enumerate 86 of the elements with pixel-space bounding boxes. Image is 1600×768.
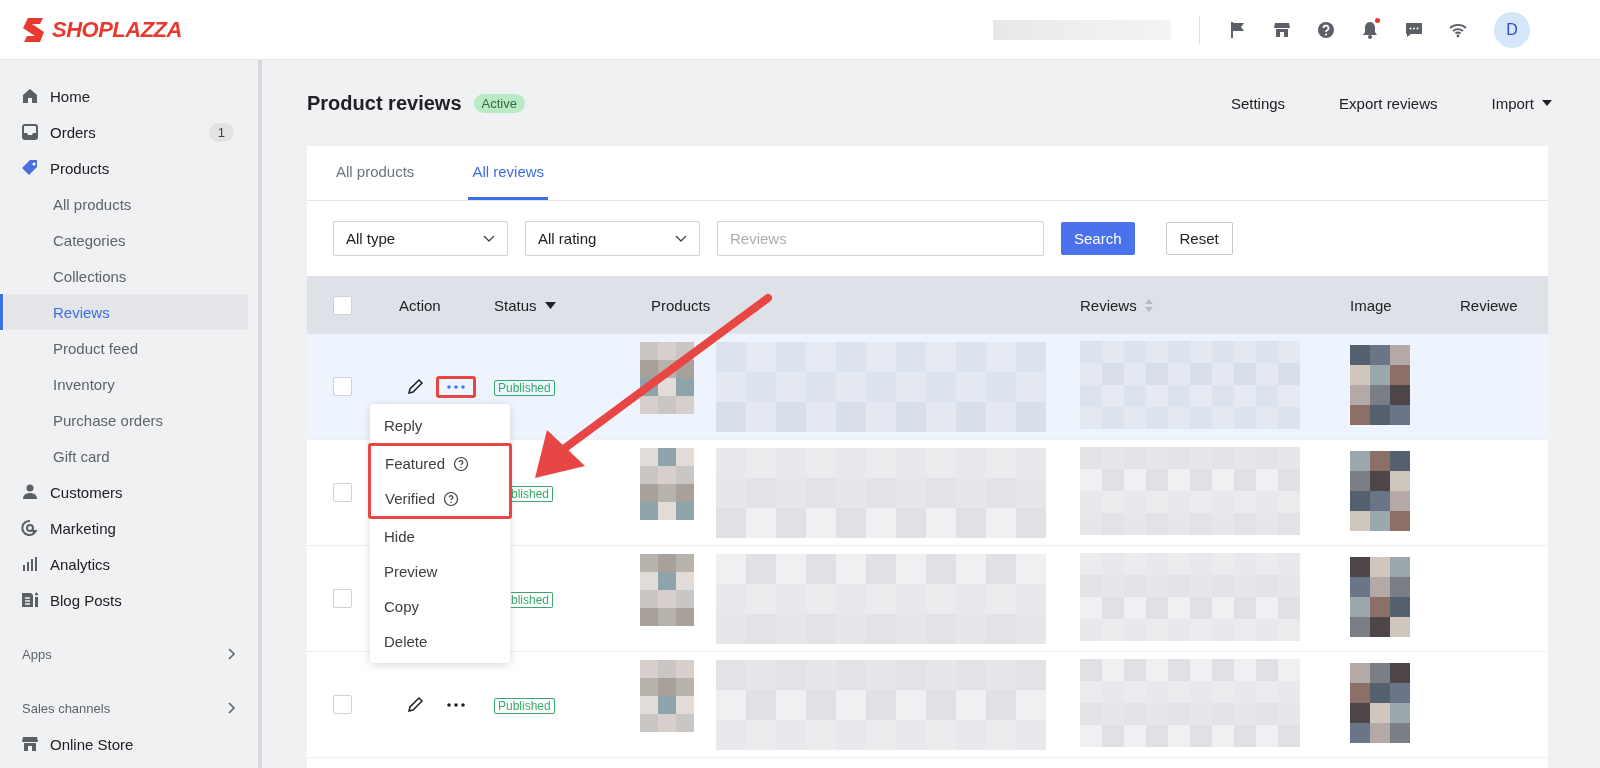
column-header: Products <box>651 296 711 314</box>
select-all-checkbox[interactable] <box>333 295 352 315</box>
pencil-icon[interactable] <box>406 695 424 714</box>
tab[interactable]: All products <box>332 146 419 200</box>
sidebar-item[interactable]: Marketing <box>0 510 258 546</box>
menu-item[interactable]: Reply <box>370 408 510 443</box>
sidebar-label: Home <box>50 87 90 105</box>
sidebar-label: Customers <box>50 483 123 501</box>
status-tag: Published <box>494 697 555 714</box>
type-select[interactable]: All type <box>333 221 508 256</box>
column-header: Reviewe <box>1460 296 1518 314</box>
avatar[interactable]: D <box>1494 11 1530 48</box>
more-icon <box>446 701 466 708</box>
home-icon <box>20 86 40 106</box>
chevron-right-icon[interactable] <box>228 648 236 660</box>
row-checkbox[interactable] <box>333 589 352 608</box>
sidebar-label: Analytics <box>50 555 111 573</box>
header-action[interactable]: Settings <box>1230 94 1286 112</box>
header-action[interactable]: Export reviews <box>1339 94 1438 112</box>
notification-dot <box>1375 17 1380 23</box>
pencil-icon[interactable] <box>406 377 424 396</box>
tab[interactable]: All reviews <box>468 146 549 200</box>
column-header: Action <box>399 296 441 314</box>
sidebar-item[interactable]: Online Store <box>0 726 258 762</box>
menu-item[interactable]: Verified <box>371 481 509 516</box>
sidebar-label: Marketing <box>50 519 116 537</box>
menu-item[interactable]: Hide <box>370 519 510 554</box>
person-icon <box>20 482 40 502</box>
menu-item[interactable]: Delete <box>370 624 510 659</box>
row-checkbox[interactable] <box>333 377 352 396</box>
document-icon <box>20 590 40 610</box>
count-badge: 1 <box>208 122 234 142</box>
sidebar-subitem[interactable]: All products <box>0 186 248 222</box>
filter-caret-icon[interactable] <box>544 301 556 309</box>
sidebar-label: Products <box>50 159 110 177</box>
status-tag: blished <box>511 591 554 608</box>
status-tag: blished <box>511 485 554 502</box>
sidebar-subitem[interactable]: Purchase orders <box>0 402 248 438</box>
sidebar-item[interactable]: Analytics <box>0 546 258 582</box>
search-button[interactable]: Search <box>1061 222 1135 255</box>
status-tag: Published <box>494 379 555 396</box>
chevron-down-icon <box>675 234 687 243</box>
tag-icon <box>20 158 40 178</box>
row-checkbox[interactable] <box>333 483 352 502</box>
section-heading: Apps <box>22 646 52 662</box>
bell-icon <box>1360 19 1380 40</box>
target-icon <box>20 518 40 538</box>
chevron-right-icon[interactable] <box>228 702 236 714</box>
store-icon <box>20 734 40 754</box>
status-badge: Active <box>473 93 525 113</box>
sidebar-label: Orders <box>50 123 96 141</box>
page-title: Product reviews <box>307 91 462 115</box>
bar-chart-icon <box>20 554 40 574</box>
help-icon <box>1316 19 1336 40</box>
row-checkbox[interactable] <box>333 695 352 714</box>
column-header: Reviews <box>1080 296 1137 314</box>
inbox-icon <box>20 122 40 142</box>
reset-button[interactable]: Reset <box>1165 222 1233 255</box>
sidebar-label: Blog Posts <box>50 591 122 609</box>
column-header: Image <box>1350 296 1392 314</box>
logo-text: SHOPLAZZA <box>52 16 182 43</box>
sidebar-item[interactable]: Customers <box>0 474 258 510</box>
sidebar-item[interactable]: Blog Posts <box>0 582 258 618</box>
header-action[interactable]: Import <box>1491 94 1552 112</box>
column-header: Status <box>494 296 537 314</box>
sidebar-label: Online Store <box>50 735 134 753</box>
rating-select[interactable]: All rating <box>525 221 700 256</box>
sidebar-subitem[interactable]: Gift card <box>0 438 248 474</box>
chevron-down-icon <box>483 234 495 243</box>
sidebar-item[interactable]: Home <box>0 78 258 114</box>
logo-icon <box>22 15 46 44</box>
sidebar-subitem[interactable]: Collections <box>0 258 248 294</box>
sidebar-item[interactable]: Orders 1 <box>0 114 258 150</box>
sidebar-subitem[interactable]: Product feed <box>0 330 248 366</box>
section-heading: Sales channels <box>22 700 111 716</box>
menu-item[interactable]: Featured <box>371 446 509 481</box>
search-field[interactable]: Reviews <box>717 221 1044 256</box>
sidebar-subitem[interactable]: Inventory <box>0 366 248 402</box>
help-icon <box>443 490 460 507</box>
sidebar-item[interactable]: Products <box>0 150 258 186</box>
menu-item[interactable]: Preview <box>370 554 510 589</box>
sidebar-subitem[interactable]: Categories <box>0 222 248 258</box>
more-icon <box>446 383 466 390</box>
menu-item[interactable]: Copy <box>370 589 510 624</box>
caret-icon <box>1542 100 1552 106</box>
help-icon <box>453 455 470 472</box>
